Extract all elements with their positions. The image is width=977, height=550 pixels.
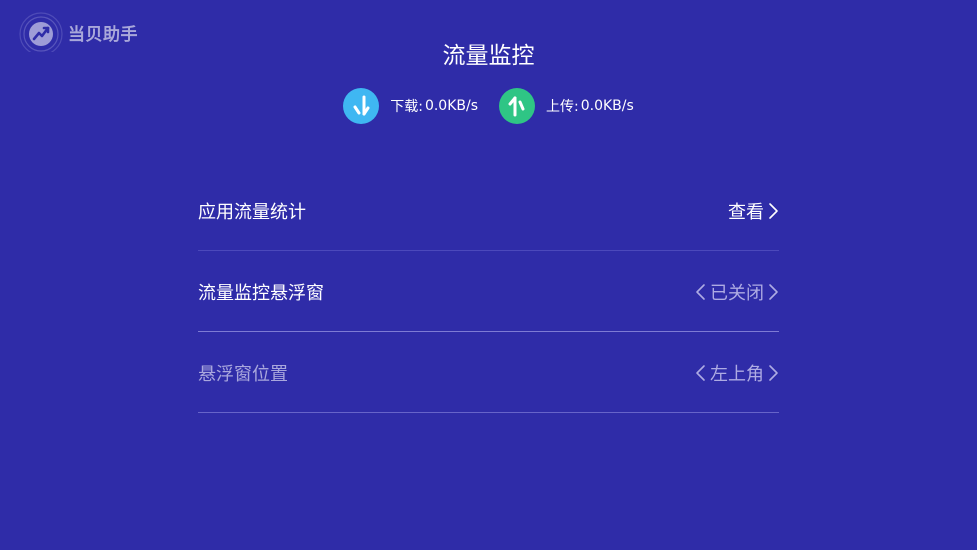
settings-item-value: 左上角 xyxy=(710,363,764,385)
floating-position-selector[interactable]: 左上角 xyxy=(695,360,779,386)
page-title: 流量监控 xyxy=(442,43,535,69)
settings-item-floating-window[interactable]: 流量监控悬浮窗 已关闭 xyxy=(198,251,779,332)
download-value: 0.0KB/s xyxy=(424,98,478,114)
floating-window-toggle[interactable]: 已关闭 xyxy=(695,279,779,305)
settings-item-label: 悬浮窗位置 xyxy=(198,363,288,385)
settings-item-app-traffic-stats[interactable]: 应用流量统计 查看 xyxy=(198,170,779,251)
view-link[interactable]: 查看 xyxy=(728,198,779,224)
download-arrow-icon xyxy=(343,88,380,124)
chevron-left-icon[interactable] xyxy=(695,283,707,301)
settings-item-value: 查看 xyxy=(728,201,764,223)
chevron-right-icon[interactable] xyxy=(767,364,779,382)
upload-speed: 上传: 0.0KB/s xyxy=(499,88,634,124)
upload-value: 0.0KB/s xyxy=(580,98,634,114)
settings-list: 应用流量统计 查看 流量监控悬浮窗 已关闭 悬浮窗位置 左上角 xyxy=(198,170,779,413)
settings-item-value: 已关闭 xyxy=(710,282,764,304)
settings-item-label: 应用流量统计 xyxy=(198,201,306,223)
download-label: 下载: xyxy=(390,99,423,115)
upload-arrow-icon xyxy=(499,88,535,124)
settings-item-label: 流量监控悬浮窗 xyxy=(198,282,324,304)
settings-item-floating-position[interactable]: 悬浮窗位置 左上角 xyxy=(198,332,779,413)
chevron-right-icon[interactable] xyxy=(767,283,779,301)
upload-label: 上传: xyxy=(546,99,579,115)
chevron-right-icon xyxy=(769,202,778,219)
chevron-left-icon[interactable] xyxy=(695,364,707,382)
speed-indicators: 下载: 0.0KB/s 上传: 0.0KB/s xyxy=(0,88,977,124)
divider xyxy=(198,412,779,413)
download-speed: 下载: 0.0KB/s xyxy=(343,88,478,124)
